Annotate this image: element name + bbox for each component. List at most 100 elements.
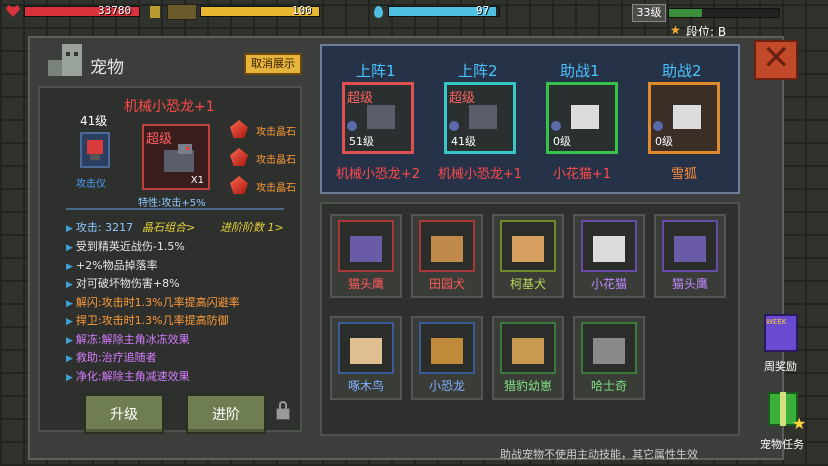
pet-sprite (593, 236, 625, 262)
pet-card[interactable]: 小花猫 (573, 214, 645, 298)
pet-sprite (512, 236, 544, 262)
team-slot[interactable]: 超级 51级 (342, 82, 414, 154)
team-slot-label: 上阵2 (458, 62, 498, 80)
hide-display-button[interactable]: 取消展示 (244, 53, 302, 75)
stat-line: ▶ 受到精英近战伤-1.5% (66, 240, 185, 253)
pet-card[interactable]: 柯基犬 (492, 214, 564, 298)
pet-card-name: 猫头鹰 (671, 277, 708, 291)
pet-card-name: 猫头鹰 (347, 277, 384, 291)
pet-card[interactable]: 啄木鸟 (330, 316, 402, 400)
team-slot-label: 助战1 (560, 62, 600, 80)
team-slot[interactable]: 0级 (648, 82, 720, 154)
slot-tag: 超级 (449, 91, 476, 106)
stat-line: ▶ +2%物品掉落率 (66, 258, 158, 272)
pet-card[interactable]: 田园犬 (411, 214, 483, 298)
pet-sprite (431, 338, 463, 364)
pet-card-name: 小恐龙 (428, 379, 465, 393)
pet-count: X1 (190, 175, 204, 186)
energy-case-icon (167, 4, 197, 20)
stat-line: ▶ 对可破坏物伤害+8% (66, 277, 180, 290)
energy-value: 100 (292, 4, 312, 17)
pet-card[interactable]: 小恐龙 (411, 316, 483, 400)
level-badge: 33级 (632, 4, 666, 22)
slot-level: 0级 (655, 135, 673, 148)
equip-label: 攻击仪 (76, 179, 106, 190)
ability-icon (449, 121, 459, 131)
mana-drop-icon (374, 6, 383, 18)
pet-card[interactable]: 猫头鹰 (654, 214, 726, 298)
team-pet-name: 机械小恐龙+1 (437, 167, 523, 182)
gem-combo-link[interactable]: 晶石组合> (142, 219, 195, 235)
pet-task-button[interactable]: ★ 宠物任务 (760, 390, 814, 454)
pet-trait: 特性:攻击+5% (138, 198, 206, 209)
pet-name: 机械小恐龙+1 (124, 99, 215, 115)
week-badge: WEEK (766, 318, 787, 326)
pet-frame (500, 322, 556, 374)
slot-tag: 超级 (347, 91, 374, 106)
pet-card[interactable]: 猎豹幼崽 (492, 316, 564, 400)
pet-card[interactable]: 猫头鹰 (330, 214, 402, 298)
hp-value: 33780 (98, 4, 132, 17)
stat-line: ▶ 解闪:攻击时1.3%几率提高闪避率 (66, 295, 240, 309)
pet-card[interactable]: 哈士奇 (573, 316, 645, 400)
team-pet-name: 小花猫+1 (552, 167, 612, 182)
pet-frame (581, 322, 637, 374)
stat-line: ▶ 捍卫:攻击时1.3%几率提高防御 (66, 314, 229, 327)
pet-frame (338, 220, 394, 272)
upgrade-button[interactable]: 升级 (84, 394, 164, 434)
pet-sprite (350, 236, 382, 262)
pet-card-name: 小花猫 (590, 277, 627, 291)
weekly-reward-button[interactable]: WEEK 周奖励 (760, 314, 808, 373)
footer-note: 助战宠物不使用主动技能，其它属性生效 (500, 448, 698, 461)
pet-sprite (367, 105, 395, 129)
xp-bar (668, 8, 780, 18)
pet-title-icon (46, 44, 86, 80)
ability-icon (347, 121, 357, 131)
pet-card-name: 柯基犬 (509, 277, 546, 291)
star-icon: ★ (792, 414, 807, 433)
lock-icon[interactable] (276, 401, 290, 420)
pet-frame (338, 322, 394, 374)
pet-frame (500, 220, 556, 272)
pet-card-name: 猎豹幼崽 (503, 379, 552, 393)
stat-line: ▶ 救助:治疗追随者 (66, 351, 157, 364)
pet-sprite (673, 105, 701, 129)
energy-icon (150, 6, 160, 18)
pet-portrait[interactable]: 超级 X1 (142, 124, 210, 190)
attack-device-icon[interactable] (80, 132, 110, 168)
pet-frame (662, 220, 718, 272)
pet-tag: 超级 (146, 132, 173, 147)
team-pet-name: 机械小恐龙+2 (335, 167, 421, 182)
bullet-icon: ▶ (66, 261, 73, 272)
attack-stat: ▶ 攻击: 3217 (66, 221, 134, 234)
bullet-icon: ▶ (66, 298, 73, 309)
stat-line: ▶ 解冻:解除主角冰冻效果 (66, 332, 190, 346)
pet-sprite (571, 105, 599, 129)
gem-label-2: 攻击晶石 (256, 155, 296, 166)
rank-star-icon: ★ (670, 23, 681, 37)
bullet-icon: ▶ (66, 280, 73, 290)
pet-sprite (674, 236, 706, 262)
pet-frame (581, 220, 637, 272)
pet-frame (419, 322, 475, 374)
team-slot[interactable]: 超级 41级 (444, 82, 516, 154)
pet-sprite (593, 338, 625, 364)
ability-icon (653, 121, 663, 131)
pet-sprite (350, 338, 382, 364)
stat-line: ▶ 净化:解除主角减速效果 (66, 369, 190, 383)
bullet-icon: ▶ (66, 354, 73, 364)
bullet-icon: ▶ (66, 335, 73, 346)
slot-level: 0级 (553, 135, 571, 148)
bullet-icon: ▶ (66, 243, 73, 253)
advance-button[interactable]: 进阶 (186, 394, 266, 434)
pet-sprite (512, 338, 544, 364)
window-title: 宠物 (90, 58, 124, 78)
pet-task-label: 宠物任务 (760, 438, 804, 451)
pet-sprite (469, 105, 497, 129)
advance-level-link[interactable]: 进阶阶数 1> (220, 219, 284, 235)
pet-frame (419, 220, 475, 272)
close-button[interactable]: ✕ (754, 38, 798, 80)
team-slot[interactable]: 0级 (546, 82, 618, 154)
pet-level: 41级 (80, 114, 108, 128)
slot-level: 41级 (451, 135, 476, 148)
